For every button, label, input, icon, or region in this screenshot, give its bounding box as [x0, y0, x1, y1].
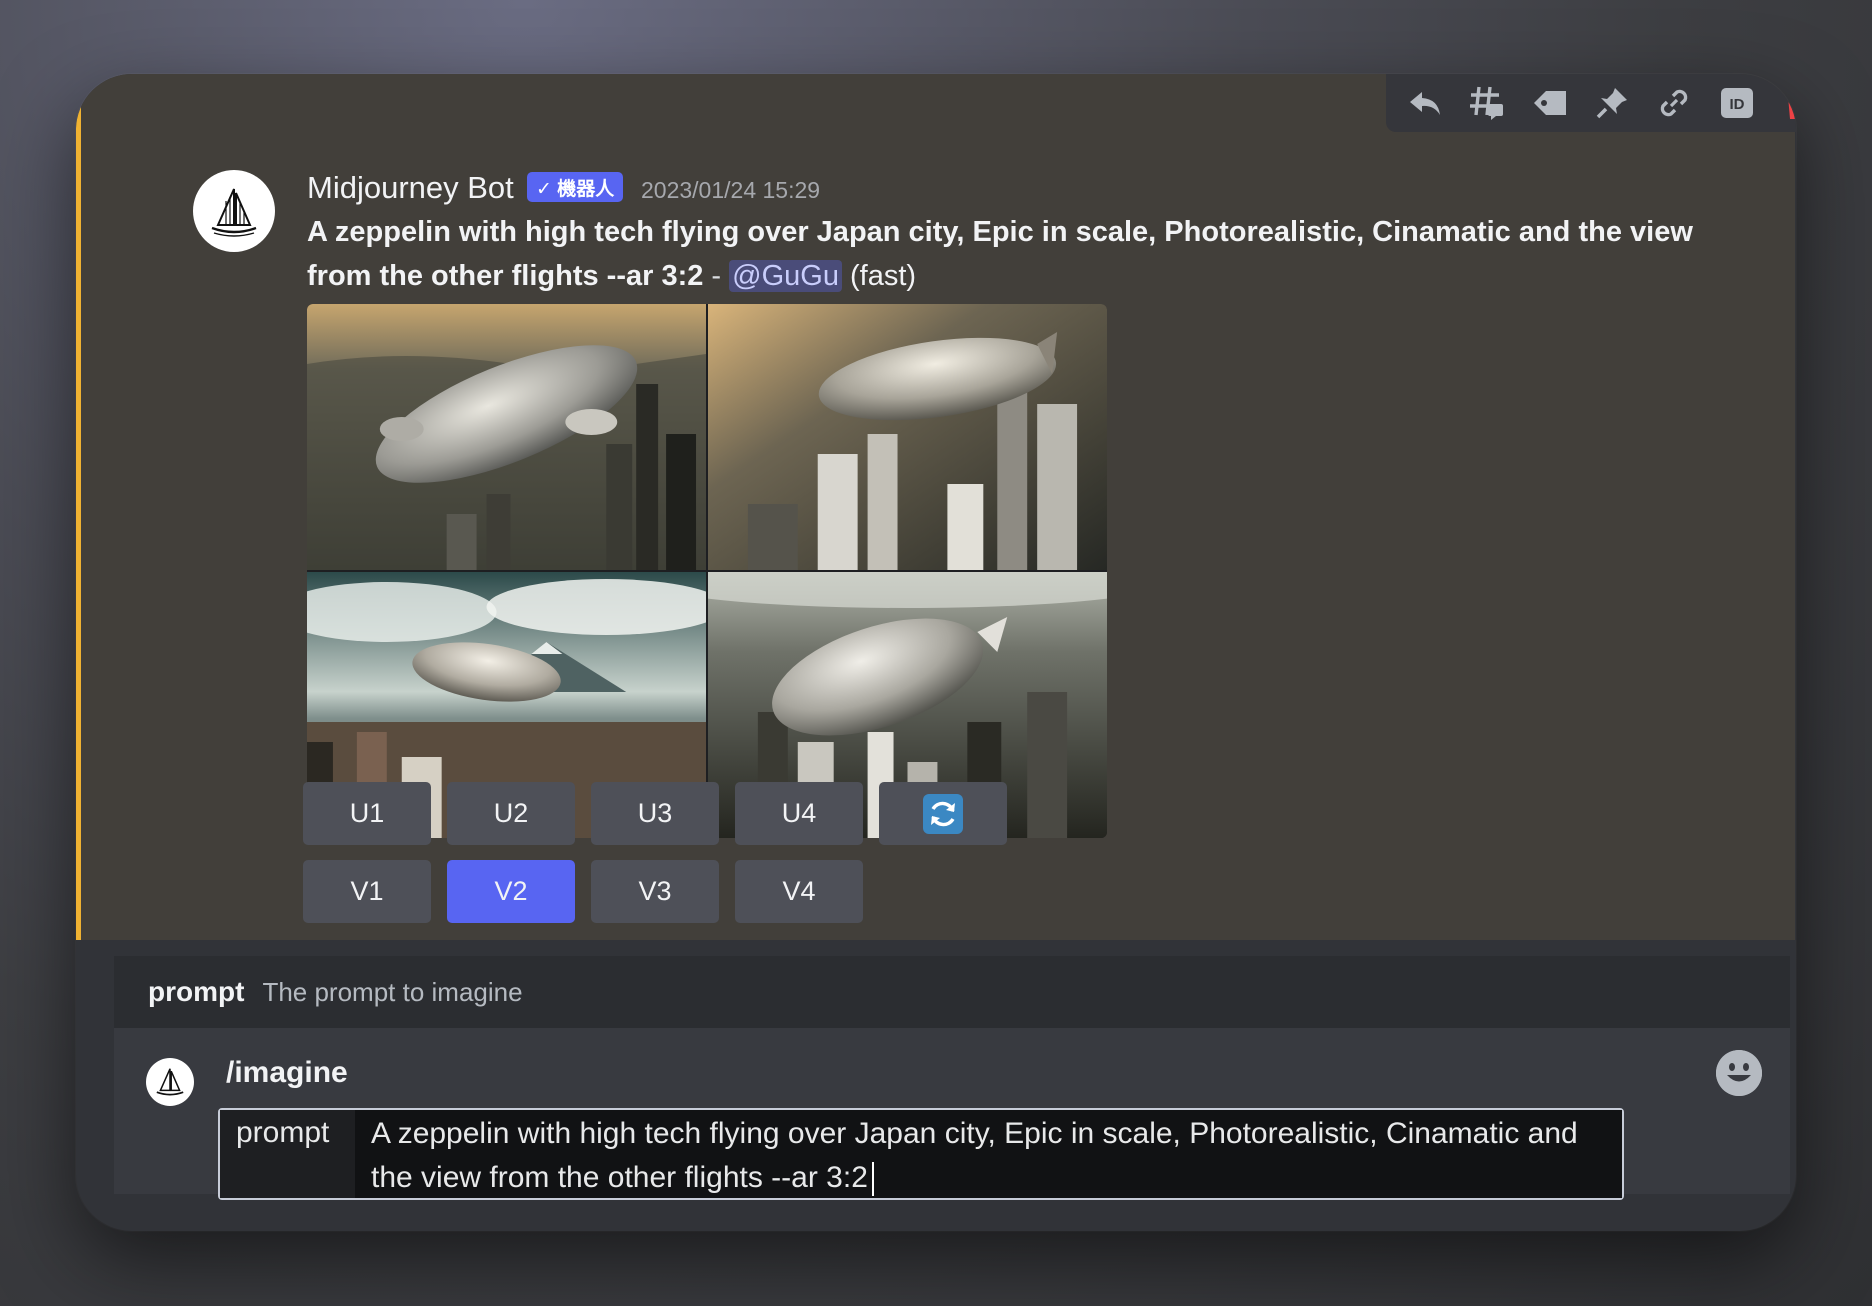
- refresh-icon: [923, 793, 963, 834]
- trash-icon[interactable]: [1777, 81, 1796, 125]
- hint-option-name: prompt: [148, 976, 245, 1007]
- user-mention[interactable]: @GuGu: [729, 260, 842, 292]
- variation-button-v4[interactable]: V4: [735, 860, 863, 923]
- variation-button-v2[interactable]: V2: [447, 860, 575, 923]
- variation-button-v1[interactable]: V1: [303, 860, 431, 923]
- author-name[interactable]: Midjourney Bot: [307, 168, 514, 208]
- sailboat-logo-icon: [211, 188, 257, 237]
- discord-window: Midjourney Bot ✓ 機器人 2023/01/24 15:29 A …: [76, 74, 1796, 1231]
- reply-icon[interactable]: [1403, 81, 1447, 125]
- text-cursor: [871, 1162, 874, 1197]
- separator-text: -: [703, 260, 730, 292]
- message-content: A zeppelin with high tech flying over Ja…: [307, 210, 1757, 298]
- message-toolbar: ID: [1386, 74, 1796, 132]
- reroll-button[interactable]: [879, 782, 1007, 845]
- image-grid[interactable]: [307, 304, 1107, 838]
- prompt-option-field[interactable]: prompt A zeppelin with high tech flying …: [218, 1108, 1624, 1200]
- link-icon[interactable]: [1652, 81, 1696, 125]
- slash-command: /imagine: [226, 1056, 348, 1089]
- upscale-button-u2[interactable]: U2: [447, 782, 575, 845]
- upscale-button-u3[interactable]: U3: [591, 782, 719, 845]
- command-app-avatar: [146, 1058, 194, 1106]
- hint-option-description: The prompt to imagine: [262, 976, 523, 1007]
- speed-text: (fast): [841, 260, 917, 292]
- bot-avatar[interactable]: [193, 170, 275, 252]
- prompt-input-text: A zeppelin with high tech flying over Ja…: [371, 1117, 1578, 1194]
- smiley-face-icon: [1716, 1050, 1762, 1096]
- id-icon[interactable]: ID: [1715, 81, 1759, 125]
- thread-icon[interactable]: [1465, 81, 1509, 125]
- zeppelin-image-1[interactable]: [307, 304, 706, 570]
- message-timestamp: 2023/01/24 15:29: [641, 177, 821, 203]
- prompt-input[interactable]: A zeppelin with high tech flying over Ja…: [355, 1110, 1622, 1198]
- upscale-button-u4[interactable]: U4: [735, 782, 863, 845]
- upscale-button-u1[interactable]: U1: [303, 782, 431, 845]
- message-composer: /imagine prompt A zeppelin with high tec…: [114, 1028, 1790, 1200]
- zeppelin-image-2[interactable]: [708, 304, 1107, 570]
- pin-icon[interactable]: [1590, 81, 1634, 125]
- prompt-option-label: prompt: [220, 1110, 355, 1198]
- bot-badge: ✓ 機器人: [527, 172, 624, 202]
- emoji-picker-button[interactable]: [1716, 1050, 1762, 1096]
- sailboat-logo-icon: [156, 1068, 184, 1096]
- svg-text:ID: ID: [1729, 96, 1744, 113]
- command-option-hint: prompt The prompt to imagine: [114, 956, 1790, 1028]
- prompt-bold-text: A zeppelin with high tech flying over Ja…: [307, 216, 1693, 292]
- tag-icon[interactable]: [1528, 81, 1572, 125]
- bot-message: Midjourney Bot ✓ 機器人 2023/01/24 15:29 A …: [76, 74, 1795, 940]
- variation-button-v3[interactable]: V3: [591, 860, 719, 923]
